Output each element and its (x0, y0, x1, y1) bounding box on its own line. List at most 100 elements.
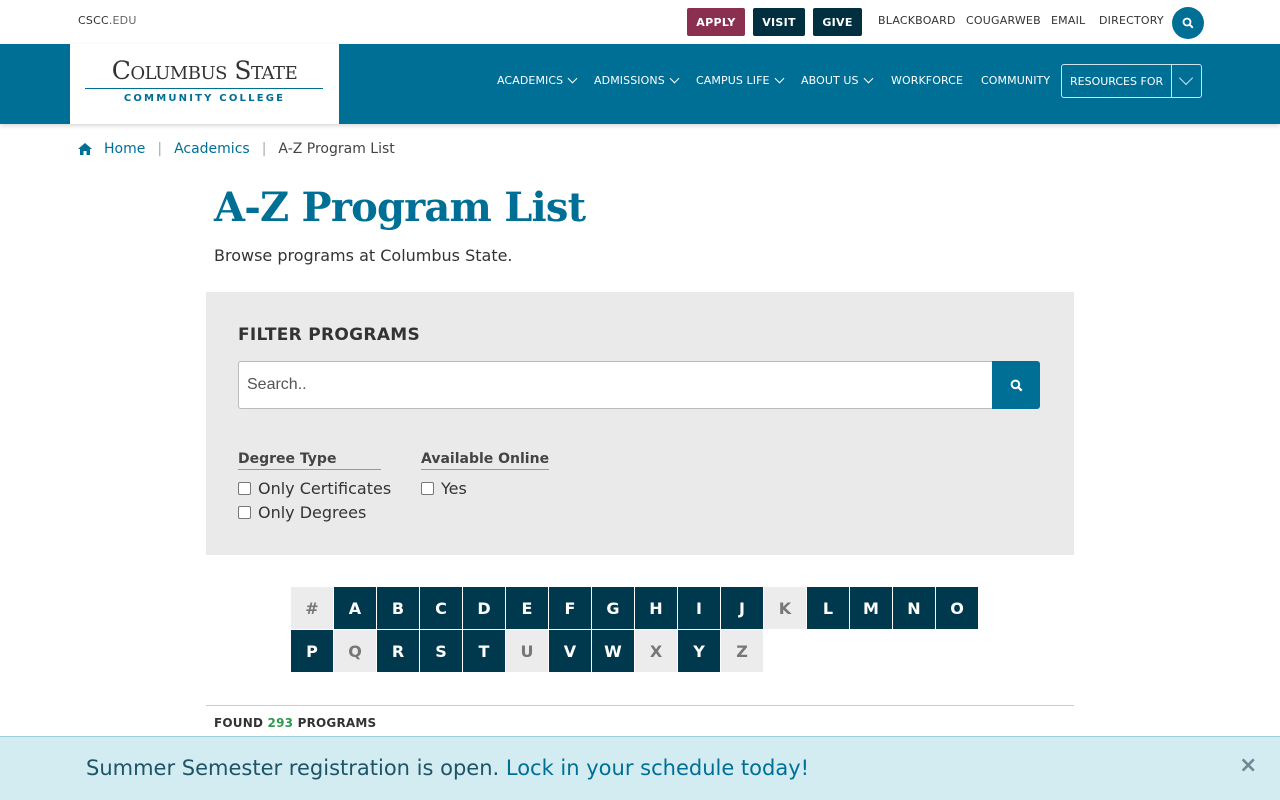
logo-divider (85, 88, 323, 89)
filter-panel: FILTER PROGRAMS Degree Type Only Certifi… (206, 292, 1074, 555)
breadcrumb-separator: | (157, 141, 163, 157)
site-search-button[interactable] (1172, 7, 1204, 39)
directory-link[interactable]: DIRECTORY (1099, 14, 1164, 27)
nav-label: ACADEMICS (497, 74, 564, 87)
letter-f-link[interactable]: F (549, 587, 591, 629)
online-yes-option[interactable]: Yes (421, 478, 549, 498)
search-icon (1010, 379, 1022, 391)
logo-subtitle: COMMUNITY COLLEGE (123, 93, 286, 104)
domain-suffix: .EDU (108, 14, 137, 27)
letter-g-link[interactable]: G (592, 587, 634, 629)
nav-label: WORKFORCE (891, 74, 964, 87)
letter-e-link[interactable]: E (506, 587, 548, 629)
site-domain[interactable]: CSCC.EDU (78, 14, 137, 27)
nav-about-us[interactable]: ABOUT US (801, 73, 875, 87)
domain-main: CSCC (78, 14, 109, 27)
apply-button[interactable]: APPLY (687, 8, 745, 36)
nav-academics[interactable]: ACADEMICS (497, 73, 579, 87)
degree-type-group: Degree Type Only Certificates Only Degre… (238, 448, 392, 522)
letter-r-link[interactable]: R (377, 630, 419, 672)
page-title: A-Z Program List (214, 184, 586, 231)
letter-x-link: X (635, 630, 677, 672)
letter-q-link: Q (334, 630, 376, 672)
breadcrumb-separator: | (261, 141, 267, 157)
select-divider (1171, 65, 1172, 97)
utility-bar: CSCC.EDU APPLY VISIT GIVE BLACKBOARD COU… (0, 0, 1280, 44)
letter-b-link[interactable]: B (377, 587, 419, 629)
banner-link[interactable]: Lock in your schedule today! (506, 756, 809, 780)
blackboard-link[interactable]: BLACKBOARD (878, 14, 956, 27)
resources-for-label: RESOURCES FOR (1070, 75, 1164, 88)
available-online-group: Available Online Yes (421, 448, 550, 498)
nav-label: ABOUT US (801, 74, 859, 87)
online-yes-checkbox[interactable] (421, 481, 434, 495)
results-prefix: FOUND (214, 716, 264, 730)
results-number: 293 (267, 716, 294, 730)
letter-h-link[interactable]: H (635, 587, 677, 629)
nav-workforce[interactable]: WORKFORCE (891, 74, 963, 87)
letter-d-link[interactable]: D (463, 587, 505, 629)
close-icon[interactable]: × (1239, 753, 1257, 778)
letter-v-link[interactable]: V (549, 630, 591, 672)
letter-i-link[interactable]: I (678, 587, 720, 629)
breadcrumb-academics[interactable]: Academics (174, 141, 250, 157)
give-button[interactable]: GIVE (813, 8, 862, 36)
chevron-down-icon (1178, 70, 1194, 86)
college-logo[interactable]: Columbus State COMMUNITY COLLEGE (70, 44, 339, 124)
nav-label: CAMPUS LIFE (696, 74, 770, 87)
available-online-heading: Available Online (421, 451, 550, 470)
logo-wordmark: Columbus State (111, 56, 298, 85)
nav-label: ADMISSIONS (594, 74, 665, 87)
letter-z-link: Z (721, 630, 763, 672)
results-count: FOUND 293 PROGRAMS (214, 716, 376, 730)
letter-t-link[interactable]: T (463, 630, 505, 672)
letter-u-link: U (506, 630, 548, 672)
letter-n-link[interactable]: N (893, 587, 935, 629)
only-certificates-checkbox[interactable] (238, 481, 251, 495)
resources-for-select[interactable]: RESOURCES FOR (1061, 64, 1202, 98)
nav-label: COMMUNITY (981, 74, 1051, 87)
only-certificates-option[interactable]: Only Certificates (238, 478, 392, 498)
program-search-input[interactable] (238, 361, 993, 409)
letter-c-link[interactable]: C (420, 587, 462, 629)
banner-text: Summer Semester registration is open. (86, 756, 500, 780)
letter-hash-link: # (291, 587, 333, 629)
chevron-down-icon (774, 73, 785, 84)
visit-button[interactable]: VISIT (753, 8, 805, 36)
home-icon[interactable] (78, 143, 92, 155)
letter-a-link[interactable]: A (334, 587, 376, 629)
letter-l-link[interactable]: L (807, 587, 849, 629)
letter-w-link[interactable]: W (592, 630, 634, 672)
option-label: Only Degrees (258, 502, 367, 522)
filter-title: FILTER PROGRAMS (238, 325, 421, 345)
banner-message: Summer Semester registration is open. Lo… (86, 756, 809, 780)
search-icon (1182, 17, 1194, 29)
breadcrumb: Home | Academics | A-Z Program List (78, 141, 395, 157)
announcement-banner: Summer Semester registration is open. Lo… (0, 736, 1280, 800)
page-subtitle: Browse programs at Columbus State. (214, 246, 513, 265)
cougarweb-link[interactable]: COUGARWEB (966, 14, 1041, 27)
chevron-down-icon (669, 73, 680, 84)
letter-m-link[interactable]: M (850, 587, 892, 629)
option-label: Only Certificates (258, 478, 392, 498)
only-degrees-option[interactable]: Only Degrees (238, 502, 391, 522)
nav-community[interactable]: COMMUNITY (981, 74, 1050, 87)
letter-p-link[interactable]: P (291, 630, 333, 672)
nav-campus-life[interactable]: CAMPUS LIFE (696, 73, 786, 87)
nav-admissions[interactable]: ADMISSIONS (594, 73, 681, 87)
chevron-down-icon (863, 73, 874, 84)
letter-s-link[interactable]: S (420, 630, 462, 672)
breadcrumb-current: A-Z Program List (278, 141, 395, 157)
email-link[interactable]: EMAIL (1051, 14, 1085, 27)
letter-j-link[interactable]: J (721, 587, 763, 629)
only-degrees-checkbox[interactable] (238, 505, 251, 519)
results-suffix: PROGRAMS (297, 716, 377, 730)
chevron-down-icon (567, 73, 578, 84)
program-search-button[interactable] (992, 361, 1040, 409)
letter-o-link[interactable]: O (936, 587, 978, 629)
breadcrumb-home[interactable]: Home (104, 141, 145, 157)
results-divider (206, 705, 1074, 706)
letter-y-link[interactable]: Y (678, 630, 720, 672)
option-label: Yes (441, 478, 467, 498)
letter-k-link: K (764, 587, 806, 629)
